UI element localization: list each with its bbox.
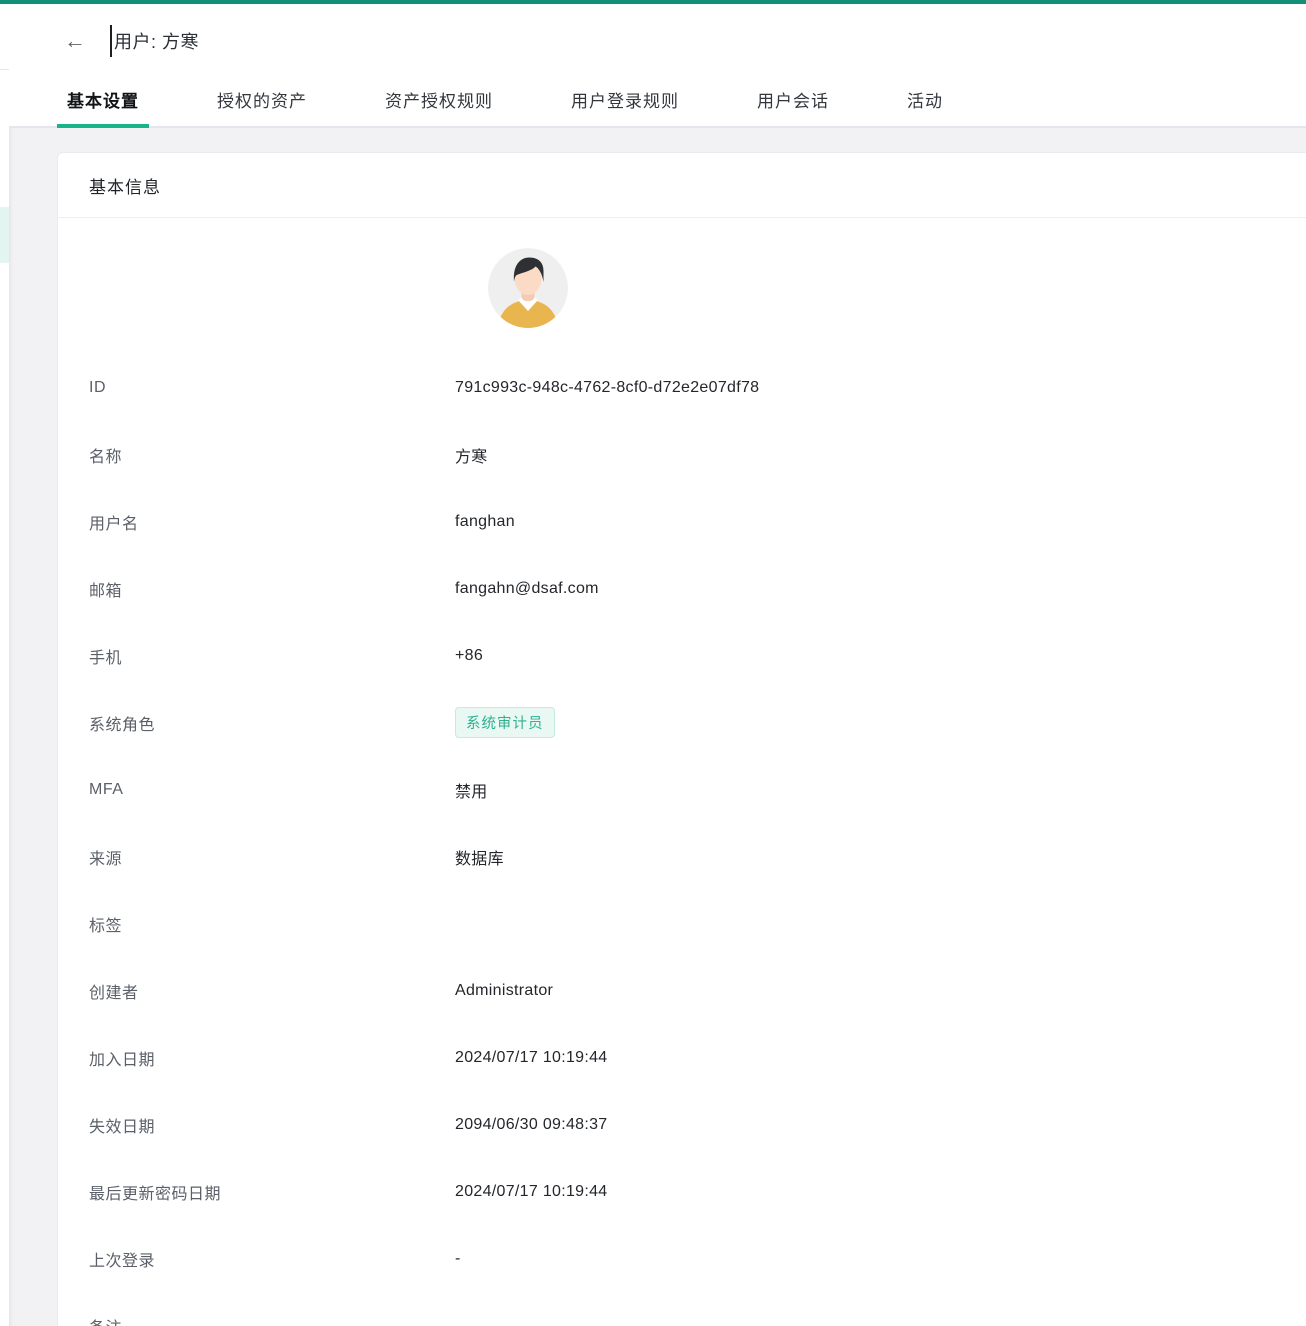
tab-user-sessions[interactable]: 用户会话 bbox=[747, 80, 839, 128]
field-label: 失效日期 bbox=[58, 1113, 455, 1137]
field-value: fanghan bbox=[455, 513, 515, 531]
card-header: 基本信息 bbox=[58, 153, 1306, 218]
field-label: 创建者 bbox=[58, 979, 455, 1003]
field-value: Administrator bbox=[455, 982, 553, 1000]
basic-info-card: 基本信息 ID 791c993c-948c-4762-8cf0-d72e2e07… bbox=[57, 152, 1306, 1326]
field-label: 系统角色 bbox=[58, 711, 455, 735]
field-label: 用户名 bbox=[58, 510, 455, 534]
row-password-updated: 最后更新密码日期 2024/07/17 10:19:44 bbox=[58, 1158, 1306, 1225]
row-comment: 备注 bbox=[58, 1292, 1306, 1326]
system-role-badge: 系统审计员 bbox=[455, 707, 555, 738]
row-email: 邮箱 fangahn@dsaf.com bbox=[58, 555, 1306, 622]
field-value: 2024/07/17 10:19:44 bbox=[455, 1049, 608, 1067]
field-label: MFA bbox=[58, 781, 455, 799]
field-value: 2024/07/17 10:19:44 bbox=[455, 1183, 608, 1201]
brand-top-bar bbox=[0, 0, 1306, 4]
field-list: ID 791c993c-948c-4762-8cf0-d72e2e07df78 … bbox=[58, 354, 1306, 1326]
tab-authorized-assets[interactable]: 授权的资产 bbox=[207, 80, 317, 128]
back-button[interactable]: ← bbox=[60, 26, 90, 56]
field-value: - bbox=[455, 1250, 461, 1268]
field-value: +86 bbox=[455, 647, 483, 665]
tab-asset-permission-rules[interactable]: 资产授权规则 bbox=[375, 80, 503, 128]
field-value: 2094/06/30 09:48:37 bbox=[455, 1116, 608, 1134]
tab-user-login-rules[interactable]: 用户登录规则 bbox=[561, 80, 689, 128]
title-area[interactable]: 用户: 方寒 bbox=[110, 22, 199, 60]
field-label: 备注 bbox=[58, 1314, 455, 1326]
collapsed-sidebar[interactable] bbox=[0, 4, 9, 1326]
field-label: 最后更新密码日期 bbox=[58, 1180, 455, 1204]
field-value: 禁用 bbox=[455, 778, 488, 802]
row-username: 用户名 fanghan bbox=[58, 488, 1306, 555]
card-title: 基本信息 bbox=[89, 173, 161, 198]
sidebar-active-item-edge bbox=[0, 207, 9, 263]
sidebar-divider bbox=[0, 69, 9, 70]
field-value: fangahn@dsaf.com bbox=[455, 580, 599, 598]
user-avatar bbox=[488, 248, 568, 328]
row-name: 名称 方寒 bbox=[58, 421, 1306, 488]
row-id: ID 791c993c-948c-4762-8cf0-d72e2e07df78 bbox=[58, 354, 1306, 421]
row-phone: 手机 +86 bbox=[58, 622, 1306, 689]
field-label: 来源 bbox=[58, 845, 455, 869]
row-source: 来源 数据库 bbox=[58, 823, 1306, 890]
row-last-login: 上次登录 - bbox=[58, 1225, 1306, 1292]
page-title: 用户: 方寒 bbox=[114, 28, 199, 54]
field-label: 加入日期 bbox=[58, 1046, 455, 1070]
row-mfa: MFA 禁用 bbox=[58, 756, 1306, 823]
row-labels: 标签 bbox=[58, 890, 1306, 957]
row-system-role: 系统角色 系统审计员 bbox=[58, 689, 1306, 756]
field-value: 791c993c-948c-4762-8cf0-d72e2e07df78 bbox=[455, 379, 759, 397]
field-label: ID bbox=[58, 379, 455, 397]
row-date-joined: 加入日期 2024/07/17 10:19:44 bbox=[58, 1024, 1306, 1091]
card-body: ID 791c993c-948c-4762-8cf0-d72e2e07df78 … bbox=[58, 218, 1306, 1326]
content-area: 基本信息 ID 791c993c-948c-4762-8cf0-d72e2e07… bbox=[9, 128, 1306, 1326]
field-label: 上次登录 bbox=[58, 1247, 455, 1271]
field-label: 名称 bbox=[58, 443, 455, 467]
field-value: 系统审计员 bbox=[455, 707, 555, 738]
row-created-by: 创建者 Administrator bbox=[58, 957, 1306, 1024]
field-value: 数据库 bbox=[455, 845, 504, 869]
text-cursor bbox=[110, 25, 112, 57]
page-header: ← 用户: 方寒 基本设置 授权的资产 资产授权规则 用户登录规则 用户会话 活… bbox=[9, 4, 1306, 128]
tab-activity[interactable]: 活动 bbox=[897, 80, 953, 128]
tab-bar: 基本设置 授权的资产 资产授权规则 用户登录规则 用户会话 活动 bbox=[57, 80, 1011, 128]
field-label: 标签 bbox=[58, 912, 455, 936]
field-label: 邮箱 bbox=[58, 577, 455, 601]
field-label: 手机 bbox=[58, 644, 455, 668]
back-arrow-icon: ← bbox=[64, 28, 86, 53]
field-value: 方寒 bbox=[455, 443, 488, 467]
tab-basic-settings[interactable]: 基本设置 bbox=[57, 80, 149, 128]
row-date-expired: 失效日期 2094/06/30 09:48:37 bbox=[58, 1091, 1306, 1158]
